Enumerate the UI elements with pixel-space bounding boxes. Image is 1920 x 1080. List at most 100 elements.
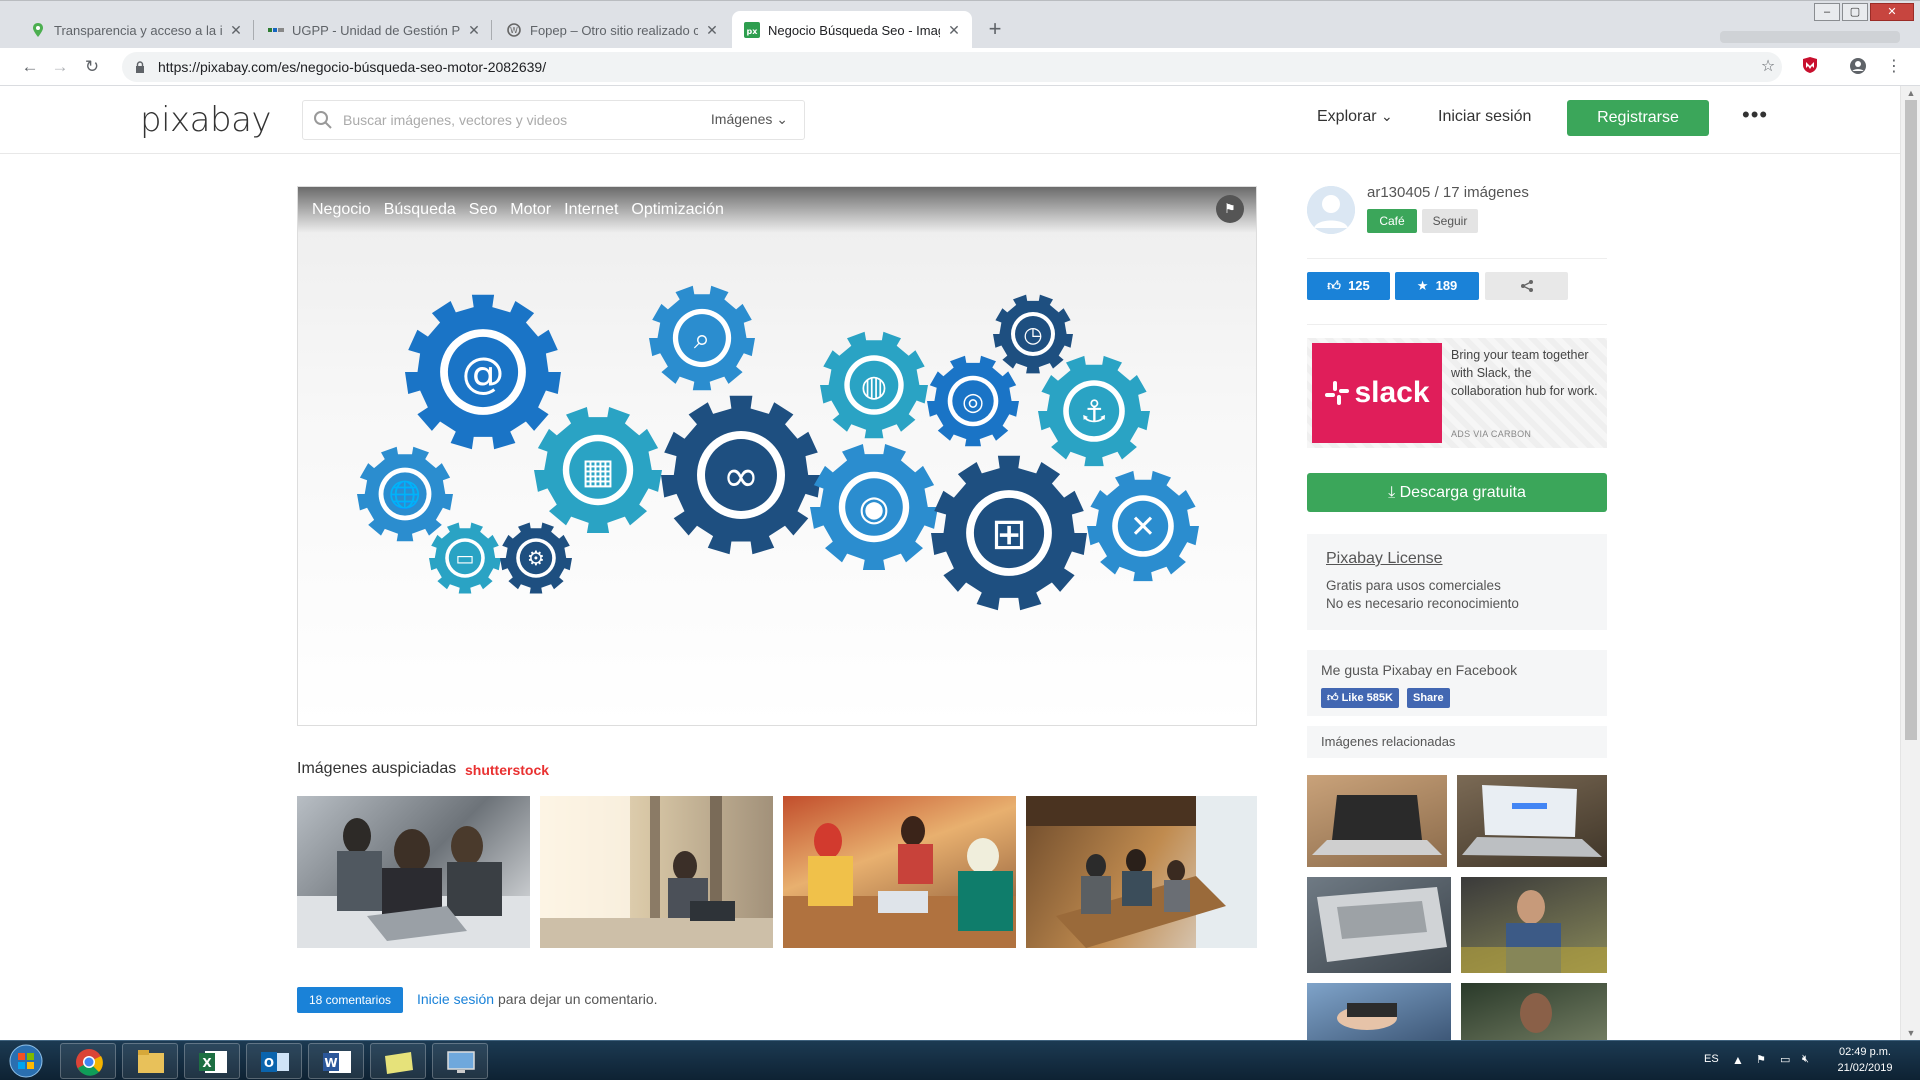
forward-arrow-icon[interactable]: → [50,57,70,77]
related-image-6[interactable] [1461,983,1607,1040]
tab-ugpp[interactable]: UGPP - Unidad de Gestión Pensio ✕ [256,11,492,49]
flag-icon[interactable]: ⚑ [1216,195,1244,223]
search-type-select[interactable]: Imágenes ⌄ [711,111,788,128]
tag-link[interactable]: Búsqueda [384,201,456,219]
new-tab-button[interactable]: + [982,17,1008,43]
thumbs-up-icon: 👍︎ [1327,278,1341,293]
network-icon[interactable]: ▭ [1780,1053,1790,1066]
follow-button[interactable]: Seguir [1422,209,1478,233]
main-image[interactable]: @ 🌐 ▭ ⚙ ▦ ⌕ ∞ ◍ ◎ ◷ ⚓ ◉ ⊞ ✕ Negocio Búsqueda Seo Moto… [297,186,1257,726]
close-icon[interactable]: ✕ [228,22,244,39]
ad-via-carbon[interactable]: ADS VIA CARBON [1451,429,1531,439]
favorites-count: 189 [1435,278,1458,293]
taskbar-word[interactable]: W [308,1043,364,1079]
tab-pixabay[interactable]: px Negocio Búsqueda Seo - Imagen ✕ [732,11,972,49]
address-bar[interactable] [122,52,1782,82]
tray-expand-icon[interactable]: ▲ [1732,1053,1744,1067]
volume-muted-icon[interactable]: 🔇︎ [1802,1053,1809,1066]
maximize-button[interactable]: ▢ [1842,3,1868,21]
like-button[interactable]: 👍︎ 125 [1307,272,1390,300]
avatar[interactable] [1307,186,1355,234]
clock[interactable]: 02:49 p.m. 21/02/2019 [1820,1044,1910,1076]
taskbar-outlook[interactable]: O [246,1043,302,1079]
register-button[interactable]: Registrarse [1567,100,1709,136]
comments-count-button[interactable]: 18 comentarios [297,987,403,1013]
close-icon[interactable]: ✕ [704,22,720,39]
svg-text:⚙: ⚙ [527,546,545,570]
related-image-4[interactable] [1461,877,1607,973]
tab-transparencia[interactable]: Transparencia y acceso a la inform ✕ [18,11,254,49]
account-icon[interactable] [1848,57,1868,77]
word-icon: W [323,1051,351,1073]
tag-link[interactable]: Negocio [312,201,371,219]
search-input[interactable] [343,112,703,128]
share-button[interactable] [1485,272,1568,300]
username-link[interactable]: ar130405 [1367,184,1430,201]
scroll-down-arrow-icon[interactable]: ▼ [1901,1028,1920,1038]
sponsored-image-1[interactable] [297,796,530,948]
taskbar-excel[interactable]: X [184,1043,240,1079]
comment-login-link[interactable]: Inicie sesión [417,991,494,1007]
sponsored-image-4[interactable] [1026,796,1257,948]
scroll-up-arrow-icon[interactable]: ▲ [1901,88,1920,98]
user-info: ar130405 / 17 imágenes [1367,184,1529,201]
bookmark-star-icon[interactable]: ☆ [1758,57,1778,77]
taskbar-chrome[interactable] [60,1043,116,1079]
license-link[interactable]: Pixabay License [1326,550,1588,568]
svg-text:@: @ [462,349,505,399]
reload-icon[interactable]: ↻ [82,57,102,77]
minimize-button[interactable]: ‒ [1814,3,1840,21]
lock-icon [136,61,144,73]
carbon-ad[interactable]: slack Bring your team together with Slac… [1307,338,1607,448]
taskbar-sticky-notes[interactable] [370,1043,426,1079]
action-center-flag-icon[interactable]: ⚑ [1756,1053,1766,1066]
monitor-icon [447,1051,475,1073]
window-close-button[interactable]: ✕ [1870,3,1914,21]
tab-fopep[interactable]: W Fopep – Otro sitio realizado con ✕ [494,11,730,49]
related-image-1[interactable] [1307,775,1447,867]
sponsored-image-3[interactable] [783,796,1016,948]
user-images-count[interactable]: 17 imágenes [1443,184,1529,201]
explore-menu[interactable]: Explorar ⌄ [1317,108,1393,126]
facebook-like-button[interactable]: 👍︎ Like 585K [1321,688,1399,708]
language-indicator[interactable]: ES [1704,1053,1719,1065]
back-arrow-icon[interactable]: ← [20,57,40,77]
explore-label: Explorar [1317,108,1377,125]
facebook-share-button[interactable]: Share [1407,688,1450,708]
coffee-badge-button[interactable]: Café [1367,209,1417,233]
more-dots-icon[interactable]: ••• [1742,102,1768,128]
free-download-button[interactable]: ⤓ Descarga gratuita [1307,473,1607,512]
url-input[interactable] [158,59,1658,75]
tag-link[interactable]: Motor [510,201,551,219]
close-icon[interactable]: ✕ [466,22,482,39]
related-image-2[interactable] [1457,775,1607,867]
tag-link[interactable]: Optimización [631,201,723,219]
related-image-5[interactable] [1307,983,1451,1040]
taskbar-remote-desktop[interactable] [432,1043,488,1079]
sticky-notes-icon [385,1052,413,1074]
favorite-button[interactable]: ★ 189 [1395,272,1479,300]
menu-kebab-icon[interactable]: ⋮ [1884,57,1904,77]
scroll-thumb[interactable] [1905,100,1917,740]
login-link[interactable]: Iniciar sesión [1438,108,1531,126]
pixabay-logo[interactable]: pixabay [140,100,272,140]
search-box[interactable]: Imágenes ⌄ [302,100,805,140]
close-icon[interactable]: ✕ [946,22,962,39]
related-image-3[interactable] [1307,877,1451,973]
sponsored-image-2[interactable] [540,796,773,948]
ad-text[interactable]: Bring your team together with Slack, the… [1451,346,1601,400]
tag-link[interactable]: Seo [469,201,497,219]
user-avatar-icon [1307,186,1355,234]
start-button[interactable] [4,1042,48,1080]
shutterstock-logo[interactable]: shutterstock [465,762,549,778]
tag-link[interactable]: Internet [564,201,618,219]
slack-ad-image[interactable]: slack [1312,343,1442,443]
page-scrollbar[interactable]: ▲ ▼ [1900,86,1920,1040]
chevron-down-icon: ⌄ [1381,108,1393,124]
svg-text:⌕: ⌕ [694,322,710,356]
taskbar-explorer[interactable] [122,1043,178,1079]
windows-logo-icon [9,1044,43,1078]
download-label: Descarga gratuita [1399,484,1526,501]
tab-title: UGPP - Unidad de Gestión Pensio [292,22,460,38]
mcafee-extension-icon[interactable] [1800,57,1820,77]
